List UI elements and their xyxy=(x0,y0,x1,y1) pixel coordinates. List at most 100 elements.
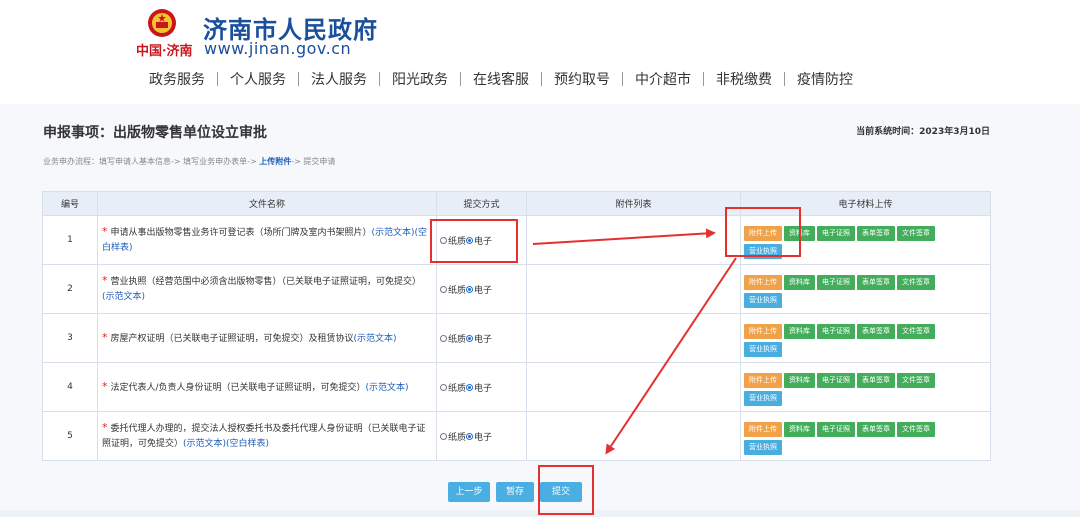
site-url[interactable]: www.jinan.gov.cn xyxy=(204,39,351,58)
system-time: 当前系统时间：2023年3月10日 xyxy=(856,127,990,137)
radio-electronic-label: 电子 xyxy=(474,334,493,345)
upload-actions-cell: 附件上传 资料库 电子证照 表单签章 文件签章营业执照 xyxy=(740,411,991,461)
action-bar: 上一步 暂存 提交 xyxy=(0,482,1080,502)
template-link[interactable]: (示范文本) xyxy=(372,228,415,238)
radio-electronic[interactable] xyxy=(466,383,474,391)
template-link[interactable]: (空白样表) xyxy=(226,439,269,449)
file-sign-button[interactable]: 文件签章 xyxy=(897,422,935,437)
table-row: 1 * 申请从事出版物零售业务许可登记表（场所门牌及室内书架照片）(示范文本)(空… xyxy=(42,215,991,265)
attachment-list-cell xyxy=(526,362,741,412)
radio-paper-label: 纸质 xyxy=(448,334,467,345)
radio-electronic[interactable] xyxy=(466,236,474,244)
column-header: 附件列表 xyxy=(526,191,741,216)
nav-item-legal[interactable]: 法人服务 xyxy=(299,69,379,89)
page-title: 申报事项：出版物零售单位设立审批 xyxy=(43,125,267,141)
file-sign-button[interactable]: 文件签章 xyxy=(897,373,935,388)
business-license-button[interactable]: 营业执照 xyxy=(744,440,782,455)
radio-paper-label: 纸质 xyxy=(448,285,467,296)
required-asterisk: * xyxy=(102,274,108,287)
e-cert-button[interactable]: 电子证照 xyxy=(817,226,855,241)
form-sign-button[interactable]: 表单签章 xyxy=(857,373,895,388)
file-sign-button[interactable]: 文件签章 xyxy=(897,324,935,339)
library-button[interactable]: 资料库 xyxy=(784,373,815,388)
flow-suffix: -> 提交申请 xyxy=(291,157,336,166)
file-sign-button[interactable]: 文件签章 xyxy=(897,226,935,241)
flow-prefix: 业务申办流程：填写申请人基本信息-> 填写业务申办表单-> xyxy=(43,157,260,166)
file-name-cell: * 委托代理人办理的，提交法人授权委托书及委托代理人身份证明（已关联电子证照证明，… xyxy=(97,411,437,461)
business-license-button[interactable]: 营业执照 xyxy=(744,244,782,259)
form-sign-button[interactable]: 表单签章 xyxy=(857,226,895,241)
radio-paper[interactable] xyxy=(440,383,447,391)
radio-paper[interactable] xyxy=(440,236,447,244)
library-button[interactable]: 资料库 xyxy=(784,275,815,290)
radio-electronic[interactable] xyxy=(466,432,474,440)
nav-item-epidemic[interactable]: 疫情防控 xyxy=(785,69,865,89)
file-name-cell: * 房屋产权证明（已关联电子证照证明，可免提交）及租赁协议(示范文本) xyxy=(97,313,437,363)
nav-item-nontax[interactable]: 非税缴费 xyxy=(704,69,784,89)
submit-button[interactable]: 提交 xyxy=(540,482,582,502)
submit-mode-cell: 纸质 电子 xyxy=(436,411,527,461)
nav-item-appointment[interactable]: 预约取号 xyxy=(542,69,622,89)
radio-paper-label: 纸质 xyxy=(448,236,467,247)
column-header: 编号 xyxy=(42,191,98,216)
e-cert-button[interactable]: 电子证照 xyxy=(817,275,855,290)
main-nav: 政务服务 个人服务 法人服务 阳光政务 在线客服 预约取号 中介超市 非税缴费 … xyxy=(137,68,865,90)
e-cert-button[interactable]: 电子证照 xyxy=(817,324,855,339)
file-name-cell: * 营业执照（经营范围中必须含出版物零售）（已关联电子证照证明，可免提交） (示范文… xyxy=(97,264,437,314)
radio-paper[interactable] xyxy=(440,334,447,342)
form-sign-button[interactable]: 表单签章 xyxy=(857,422,895,437)
required-asterisk: * xyxy=(102,379,108,393)
nav-item-sunshine[interactable]: 阳光政务 xyxy=(380,69,460,89)
form-sign-button[interactable]: 表单签章 xyxy=(857,324,895,339)
upload-attachment-button[interactable]: 附件上传 xyxy=(744,324,782,339)
attachment-table: 编号 文件名称 提交方式 附件列表 电子材料上传 1 * 申请从事出版物零售业务许… xyxy=(42,191,991,461)
nav-item-gov-service[interactable]: 政务服务 xyxy=(137,69,217,89)
e-cert-button[interactable]: 电子证照 xyxy=(817,373,855,388)
radio-electronic-label: 电子 xyxy=(474,383,493,394)
template-link[interactable]: (示范文本) xyxy=(102,292,145,302)
template-link[interactable]: (示范文本) xyxy=(366,383,409,393)
table-row: 5 * 委托代理人办理的，提交法人授权委托书及委托代理人身份证明（已关联电子证照证… xyxy=(42,411,991,461)
nav-item-online-cs[interactable]: 在线客服 xyxy=(461,69,541,89)
library-button[interactable]: 资料库 xyxy=(784,324,815,339)
upload-attachment-button[interactable]: 附件上传 xyxy=(744,275,782,290)
radio-paper[interactable] xyxy=(440,432,447,440)
upload-attachment-button[interactable]: 附件上传 xyxy=(744,373,782,388)
template-link[interactable]: (示范文本) xyxy=(354,334,397,344)
e-cert-button[interactable]: 电子证照 xyxy=(817,422,855,437)
submit-mode-cell: 纸质 电子 xyxy=(436,215,527,265)
radio-electronic[interactable] xyxy=(466,285,474,293)
upload-attachment-button[interactable]: 附件上传 xyxy=(744,422,782,437)
attachment-list-cell xyxy=(526,215,741,265)
row-number: 4 xyxy=(42,362,98,412)
form-sign-button[interactable]: 表单签章 xyxy=(857,275,895,290)
column-header: 提交方式 xyxy=(436,191,527,216)
radio-electronic-label: 电子 xyxy=(474,236,493,247)
radio-paper[interactable] xyxy=(440,285,447,293)
row-number: 1 xyxy=(42,215,98,265)
submit-mode-cell: 纸质 电子 xyxy=(436,313,527,363)
business-license-button[interactable]: 营业执照 xyxy=(744,391,782,406)
breadcrumb: 业务申办流程：填写申请人基本信息-> 填写业务申办表单-> 上传附件-> 提交申… xyxy=(43,156,335,167)
save-draft-button[interactable]: 暂存 xyxy=(496,482,534,502)
business-license-button[interactable]: 营业执照 xyxy=(744,342,782,357)
national-emblem-icon xyxy=(148,9,176,37)
business-license-button[interactable]: 营业执照 xyxy=(744,293,782,308)
file-sign-button[interactable]: 文件签章 xyxy=(897,275,935,290)
file-name-cell: * 申请从事出版物零售业务许可登记表（场所门牌及室内书架照片）(示范文本)(空白样… xyxy=(97,215,437,265)
nav-item-personal[interactable]: 个人服务 xyxy=(218,69,298,89)
prev-step-button[interactable]: 上一步 xyxy=(448,482,490,502)
attachment-list-cell xyxy=(526,411,741,461)
library-button[interactable]: 资料库 xyxy=(784,422,815,437)
upload-actions-cell: 附件上传 资料库 电子证照 表单签章 文件签章营业执照 xyxy=(740,313,991,363)
nav-item-agency-market[interactable]: 中介超市 xyxy=(623,69,703,89)
upload-attachment-button[interactable]: 附件上传 xyxy=(744,226,782,241)
radio-electronic-label: 电子 xyxy=(474,285,493,296)
template-link[interactable]: (示范文本) xyxy=(183,439,226,449)
radio-electronic[interactable] xyxy=(466,334,474,342)
row-number: 2 xyxy=(42,264,98,314)
file-name: 法定代表人/负责人身份证明（已关联电子证照证明，可免提交） xyxy=(110,382,366,393)
submit-mode-cell: 纸质 电子 xyxy=(436,362,527,412)
library-button[interactable]: 资料库 xyxy=(784,226,815,241)
city-logo-text: 中国·济南 xyxy=(136,44,193,59)
